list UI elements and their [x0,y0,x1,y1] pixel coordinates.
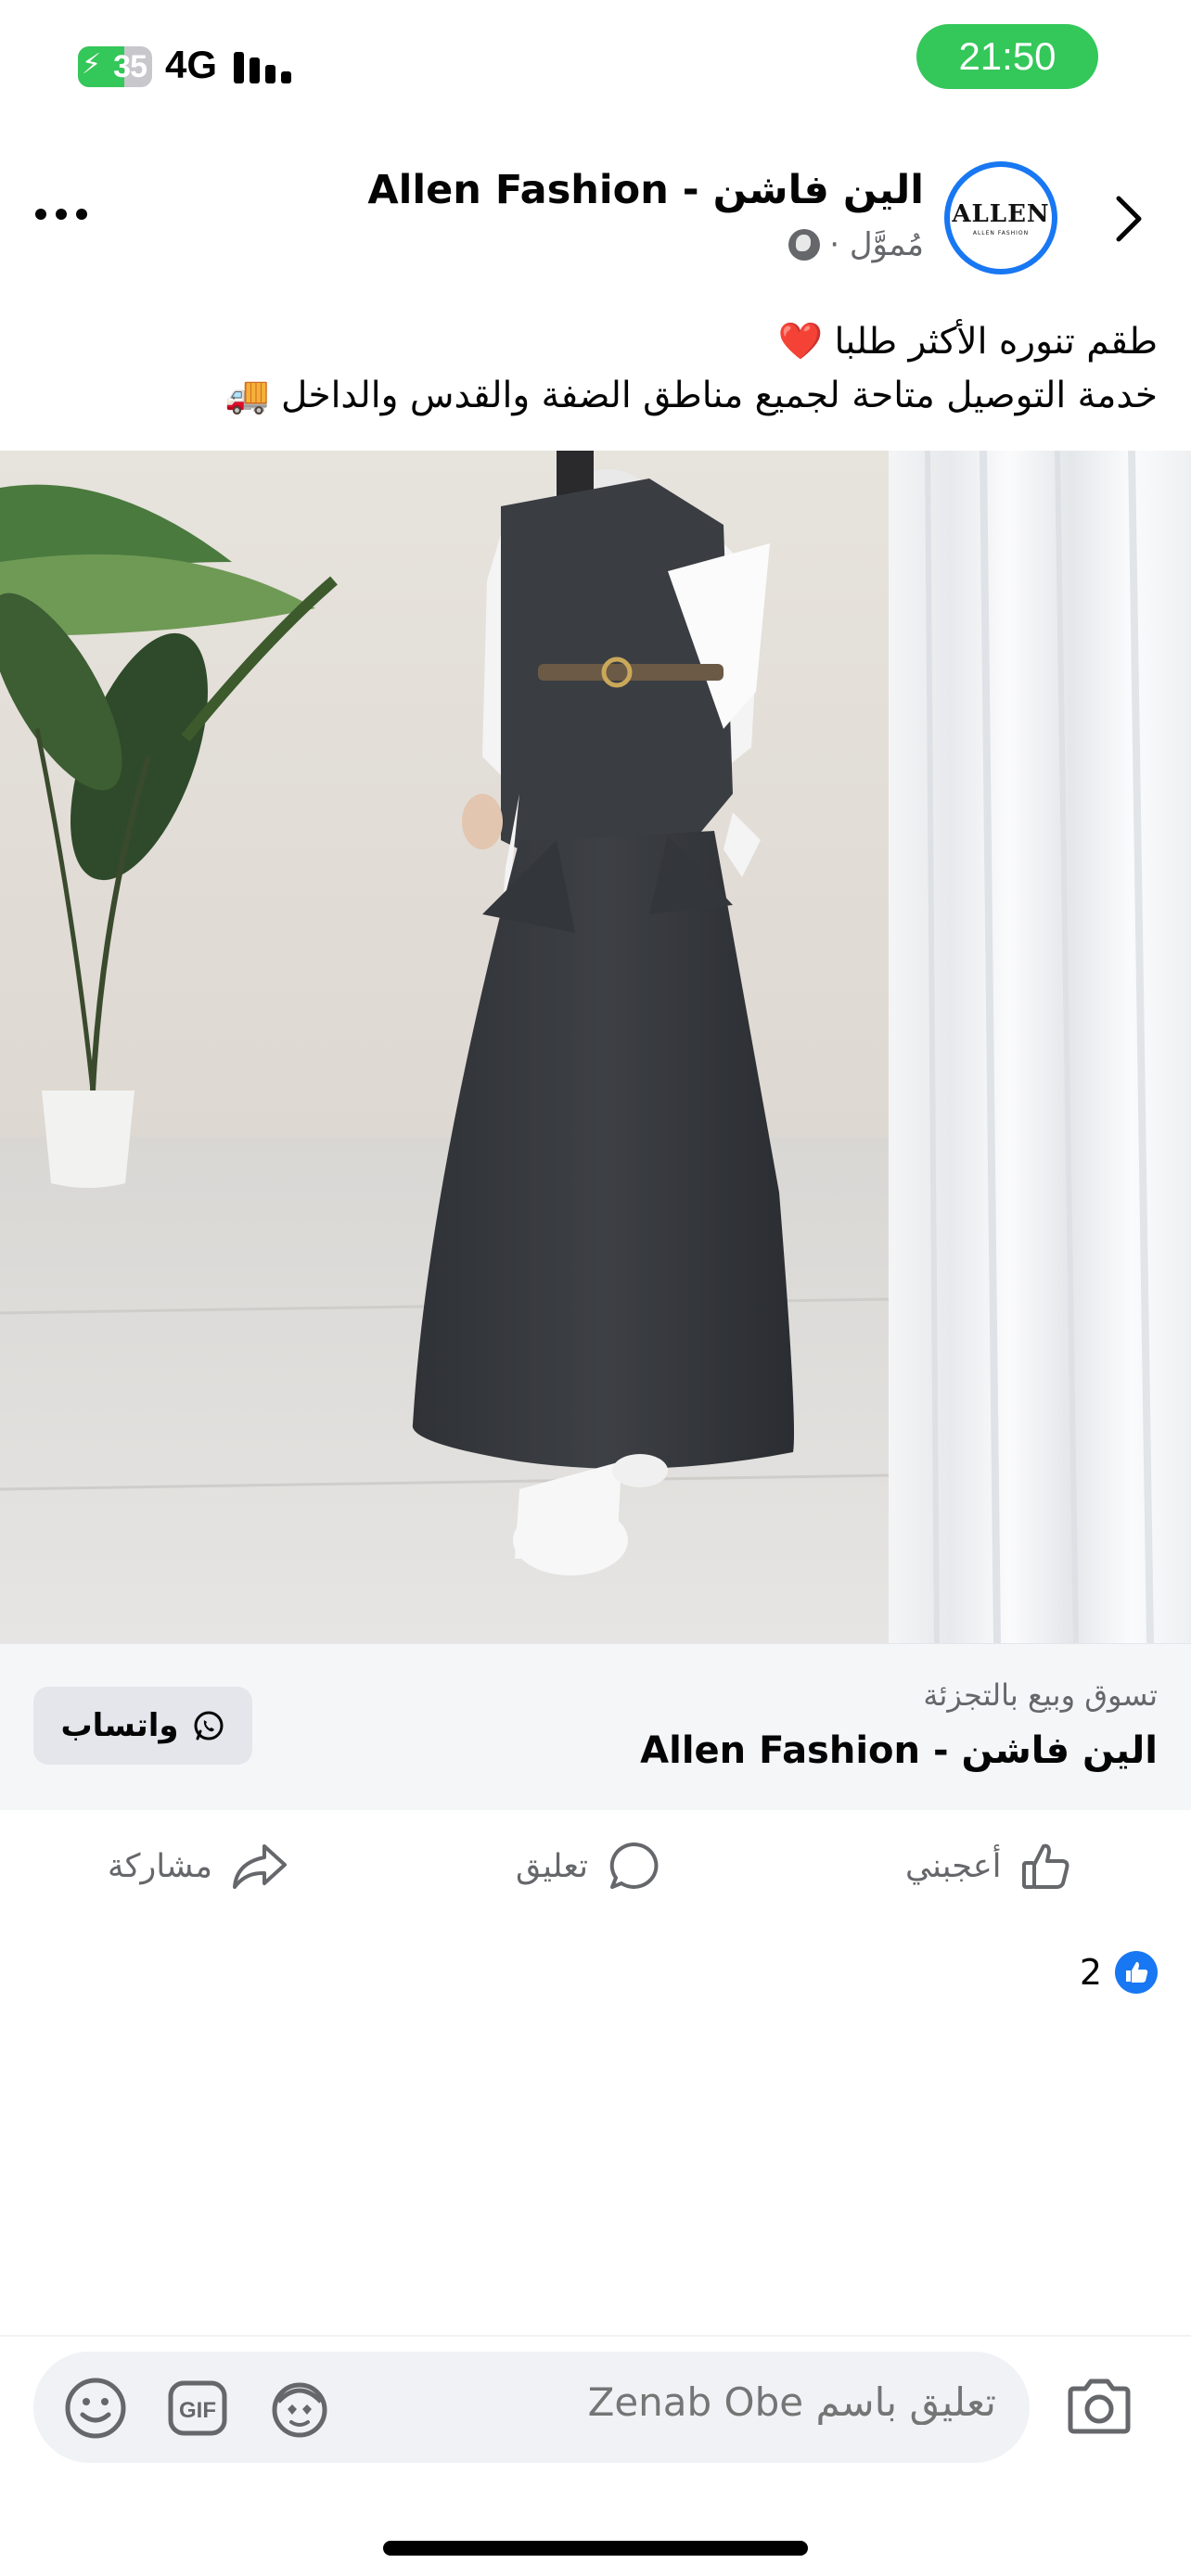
charging-bolt-icon: ⚡ [82,48,102,81]
cta-bar[interactable]: تسوق وبيع بالتجزئة الين فاشن - Allen Fas… [0,1643,1191,1810]
like-label: أعجبني [905,1848,1002,1885]
like-reaction-icon [1115,1951,1158,1994]
clock: 21:50 [916,24,1098,89]
chevron-right-icon[interactable] [1109,193,1146,245]
thumbs-up-icon [1021,1843,1069,1889]
avatar-sticker-icon[interactable] [267,2376,332,2441]
divider [0,2335,1191,2337]
whatsapp-icon [194,1711,224,1741]
globe-icon [788,229,821,261]
status-bar: ⚡ 35 4G 21:50 [0,0,1191,130]
cta-title[interactable]: الين فاشن - Allen Fashion [640,1729,1158,1772]
cta-subtitle: تسوق وبيع بالتجزئة [923,1677,1158,1713]
comment-bubble-icon [609,1842,659,1889]
network-type: 4G [165,43,218,86]
avatar-logo-sub: ALLEN FASHION [972,229,1030,236]
share-arrow-icon [232,1844,287,1889]
avatar-logo: ALLEN [952,199,1050,228]
share-label: مشاركة [108,1848,212,1885]
whatsapp-button[interactable]: واتساب [33,1687,252,1765]
more-options-icon[interactable] [35,200,100,228]
page-avatar[interactable]: ALLEN ALLEN FASHION [944,161,1057,274]
page-name[interactable]: الين فاشن - Allen Fashion [367,167,924,213]
whatsapp-button-label: واتساب [60,1707,179,1744]
svg-text:GIF: GIF [179,2398,216,2423]
comment-input[interactable] [514,2379,996,2425]
post-actions: أعجبني تعليق مشاركة [0,1810,1191,1921]
sponsored-label: مُموَّل · [829,226,924,263]
gif-icon[interactable]: GIF [165,2376,230,2441]
battery-level: 35 [113,48,147,84]
comment-button[interactable]: تعليق [516,1834,660,1899]
share-button[interactable]: مشاركة [108,1834,288,1899]
post-image[interactable] [0,451,1191,1643]
like-button[interactable]: أعجبني [905,1834,1074,1899]
battery-indicator: ⚡ 35 [78,46,152,87]
comment-composer: GIF [33,2352,1030,2463]
camera-icon[interactable] [1065,2376,1133,2437]
product-photo-illustration [0,451,1191,1643]
caption-line: خدمة التوصيل متاحة لجميع مناطق الضفة وال… [224,375,1158,416]
post-header: الين فاشن - Allen Fashion مُموَّل · ALLE… [0,148,1191,287]
comment-label: تعليق [516,1848,588,1885]
caption-line: طقم تنوره الأكثر طلبا ❤️ [777,321,1158,363]
reaction-count: 2 [1079,1952,1102,1993]
sponsored-label-row: مُموَّل · [788,226,924,263]
signal-bars-icon [234,50,293,83]
home-indicator[interactable] [383,2541,808,2556]
post-caption: طقم تنوره الأكثر طلبا ❤️ خدمة التوصيل مت… [26,315,1158,423]
reaction-summary[interactable]: 2 [1080,1951,1158,1994]
emoji-icon[interactable] [63,2376,128,2441]
